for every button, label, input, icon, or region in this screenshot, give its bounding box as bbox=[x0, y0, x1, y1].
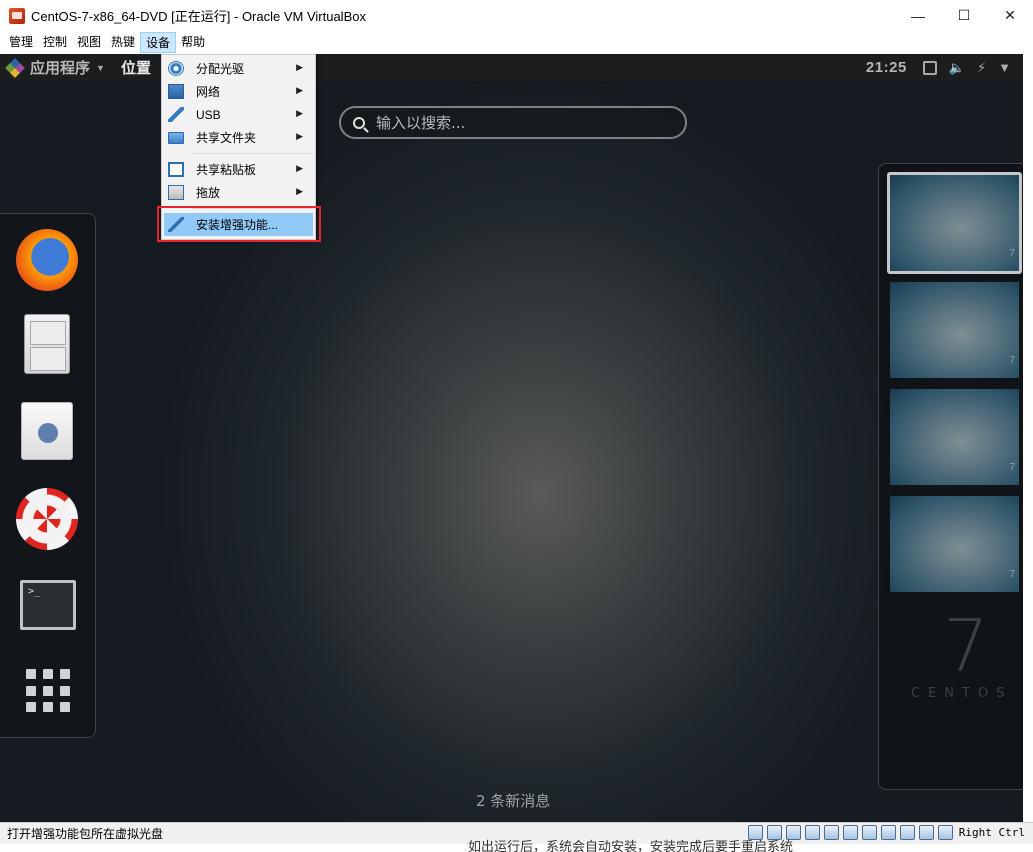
shared-folder-icon bbox=[168, 132, 184, 144]
maximize-button[interactable]: ☐ bbox=[941, 0, 987, 31]
window-controls: — ☐ ✕ bbox=[895, 0, 1033, 31]
menu-item-optical-drives[interactable]: 分配光驱 ▶ bbox=[162, 57, 315, 80]
chevron-down-icon: ▼ bbox=[96, 62, 105, 73]
gnome-top-panel: 应用程序 ▼ 位置 21:25 🔈 ⚡ ▼ bbox=[0, 54, 1023, 81]
applications-label: 应用程序 bbox=[30, 60, 91, 77]
network-icon bbox=[168, 84, 184, 99]
window-title: CentOS-7-x86_64-DVD [正在运行] - Oracle VM V… bbox=[31, 9, 366, 24]
virtualization-icon[interactable] bbox=[899, 825, 915, 840]
submenu-arrow-icon: ▶ bbox=[296, 131, 303, 141]
menu-separator bbox=[192, 153, 313, 154]
watermark-word: CENTOS bbox=[911, 686, 1013, 701]
submenu-arrow-icon: ▶ bbox=[296, 85, 303, 95]
centos-watermark: 7 CENTOS bbox=[911, 606, 1012, 701]
menu-control[interactable]: 控制 bbox=[38, 32, 72, 53]
submenu-arrow-icon: ▶ bbox=[296, 163, 303, 173]
menu-item-label: 网络 bbox=[196, 85, 221, 99]
show-applications-grid-icon[interactable] bbox=[26, 669, 70, 713]
vm-screen[interactable]: 应用程序 ▼ 位置 21:25 🔈 ⚡ ▼ >_ 7 7 7 7 bbox=[0, 54, 1023, 822]
watermark-number: 7 bbox=[943, 604, 989, 688]
workspace-thumbnail[interactable]: 7 bbox=[890, 282, 1019, 378]
virtualbox-icon bbox=[9, 7, 25, 24]
clock[interactable]: 21:25 bbox=[866, 59, 907, 76]
screen-icon[interactable] bbox=[922, 60, 937, 75]
display-icon[interactable] bbox=[861, 825, 877, 840]
menu-item-label: 共享文件夹 bbox=[196, 131, 257, 145]
places-menu[interactable]: 位置 bbox=[121, 57, 151, 78]
power-icon[interactable]: ⚡ bbox=[977, 60, 986, 76]
menu-item-label: 分配光驱 bbox=[196, 62, 245, 76]
workspace-thumbnail[interactable]: 7 bbox=[887, 172, 1022, 274]
applications-menu[interactable]: 应用程序 ▼ bbox=[5, 57, 105, 78]
workspace-thumbnail[interactable]: 7 bbox=[890, 496, 1019, 592]
video-capture-icon[interactable] bbox=[880, 825, 896, 840]
close-button[interactable]: ✕ bbox=[987, 0, 1033, 31]
submenu-arrow-icon: ▶ bbox=[296, 108, 303, 118]
optical-drive-icon bbox=[168, 61, 184, 76]
help-icon[interactable] bbox=[16, 488, 78, 550]
software-icon[interactable] bbox=[21, 402, 73, 460]
workspace-mark: 7 bbox=[1009, 248, 1015, 259]
keyboard-capture-icon[interactable] bbox=[937, 825, 953, 840]
menu-hotkeys[interactable]: 热键 bbox=[106, 32, 140, 53]
search-box[interactable] bbox=[339, 106, 687, 139]
volume-icon[interactable]: 🔈 bbox=[949, 60, 965, 76]
clipboard-icon bbox=[168, 162, 184, 177]
menu-bar: 管理 控制 视图 热键 设备 帮助 bbox=[0, 31, 1033, 53]
submenu-arrow-icon: ▶ bbox=[296, 186, 303, 196]
annotation-highlight-box bbox=[157, 206, 321, 242]
submenu-arrow-icon: ▶ bbox=[296, 62, 303, 72]
menu-help[interactable]: 帮助 bbox=[176, 32, 210, 53]
minimize-button[interactable]: — bbox=[895, 0, 941, 31]
mouse-integration-icon[interactable] bbox=[918, 825, 934, 840]
workspace-mark: 7 bbox=[1009, 355, 1015, 366]
dash: >_ bbox=[0, 213, 96, 738]
menu-item-shared-clipboard[interactable]: 共享粘贴板 ▶ bbox=[162, 158, 315, 181]
menu-item-label: 共享粘贴板 bbox=[196, 163, 257, 177]
workspace-thumbnail[interactable]: 7 bbox=[890, 389, 1019, 485]
menu-item-label: 拖放 bbox=[196, 186, 221, 200]
panel-status-area: 21:25 🔈 ⚡ ▼ bbox=[866, 54, 1023, 81]
search-icon bbox=[353, 116, 365, 129]
terminal-icon[interactable]: >_ bbox=[20, 580, 76, 630]
status-message: 打开增强功能包所在虚拟光盘 bbox=[7, 827, 164, 841]
window-edge bbox=[1023, 54, 1033, 822]
system-menu-chevron-icon[interactable]: ▼ bbox=[998, 60, 1011, 75]
menu-item-network[interactable]: 网络 ▶ bbox=[162, 80, 315, 103]
files-icon[interactable] bbox=[24, 314, 70, 374]
menu-item-shared-folders[interactable]: 共享文件夹 ▶ bbox=[162, 126, 315, 149]
menu-item-drag-and-drop[interactable]: 拖放 ▶ bbox=[162, 181, 315, 204]
firefox-icon[interactable] bbox=[16, 229, 78, 291]
workspace-mark: 7 bbox=[1009, 569, 1015, 580]
menu-devices[interactable]: 设备 bbox=[140, 31, 177, 53]
menu-item-label: USB bbox=[196, 107, 221, 122]
menu-machine[interactable]: 管理 bbox=[4, 32, 38, 53]
background-document-fragment: 如出运行后，系统会自动安装，安装完成后要手重启系统 bbox=[0, 839, 1033, 852]
background-text: 如出运行后，系统会自动安装，安装完成后要手重启系统 bbox=[468, 839, 794, 852]
usb-icon[interactable] bbox=[823, 825, 839, 840]
notification-count[interactable]: 2 条新消息 bbox=[476, 790, 550, 811]
menu-item-usb[interactable]: USB ▶ bbox=[162, 103, 315, 126]
workspace-switcher: 7 7 7 7 7 CENTOS bbox=[878, 163, 1023, 790]
usb-icon bbox=[168, 107, 184, 122]
search-input[interactable] bbox=[376, 113, 656, 132]
centos-logo-icon bbox=[5, 57, 25, 78]
network-icon[interactable] bbox=[804, 825, 820, 840]
drag-drop-icon bbox=[168, 185, 184, 200]
window-titlebar[interactable]: CentOS-7-x86_64-DVD [正在运行] - Oracle VM V… bbox=[0, 0, 1033, 31]
workspace-mark: 7 bbox=[1009, 462, 1015, 473]
shared-folder-icon[interactable] bbox=[842, 825, 858, 840]
menu-view[interactable]: 视图 bbox=[72, 32, 106, 53]
host-key-label: Right Ctrl bbox=[958, 826, 1025, 839]
